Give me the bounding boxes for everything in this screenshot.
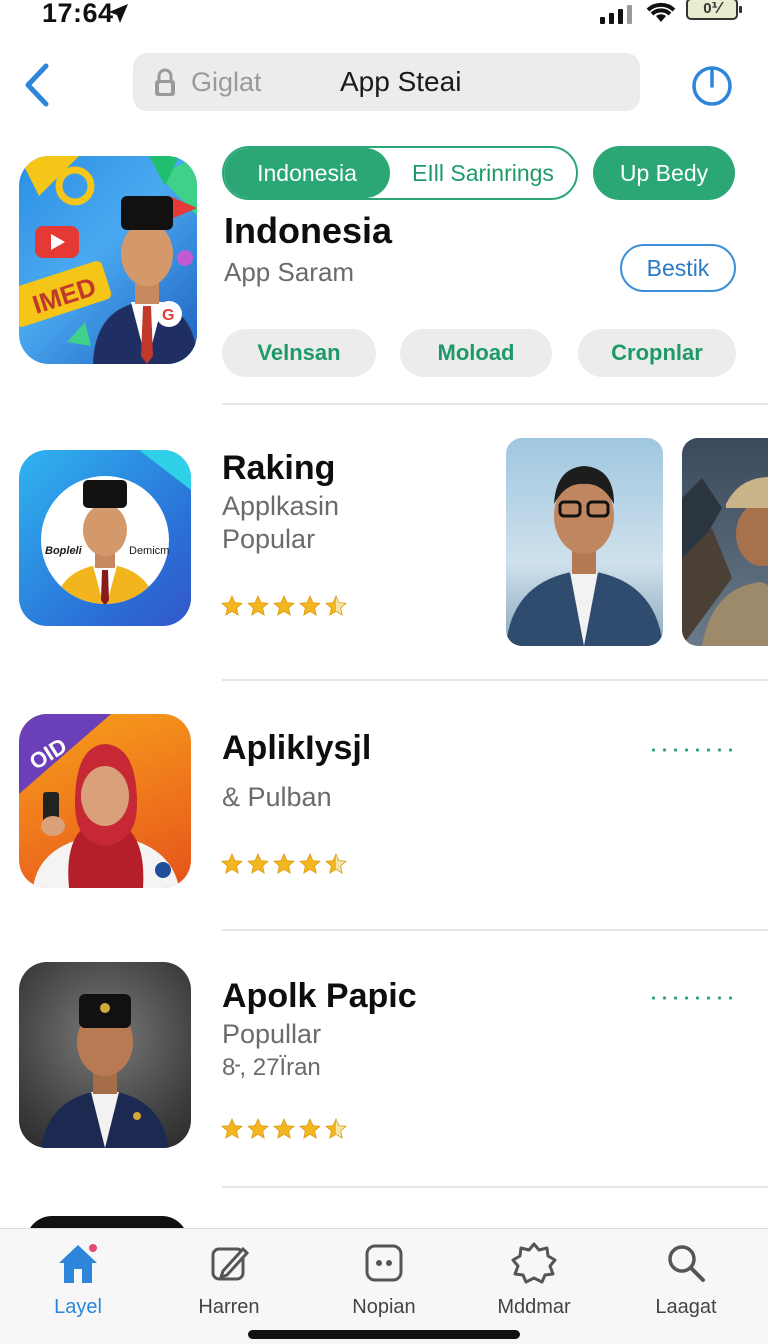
divider: [222, 1186, 768, 1188]
star-icon: [247, 595, 269, 616]
row-title: Raking: [222, 449, 336, 487]
segment-settings[interactable]: EIll Sarinrings: [390, 148, 576, 198]
bestik-button[interactable]: Bestik: [620, 244, 736, 292]
featured-subtitle: App Saram: [224, 257, 355, 287]
star-icon: [273, 1118, 295, 1139]
signal-icon: [600, 5, 632, 24]
tab-layel[interactable]: Layel: [18, 1241, 138, 1319]
pill-moload[interactable]: Moload: [400, 329, 552, 377]
tab-label: Nopian: [352, 1296, 416, 1318]
row-subtitle-line2: 8᠊, 27Ïran: [222, 1054, 321, 1081]
gear-badge-icon: [511, 1242, 557, 1284]
icon-text-right: Demicm: [129, 545, 169, 557]
star-icon: [273, 595, 295, 616]
star-icon: [299, 595, 321, 616]
app-icon-apolk-papic[interactable]: [19, 962, 191, 1148]
status-time: 17:64: [42, 0, 114, 28]
star-icon: [221, 1118, 243, 1139]
screenshot-thumbnail[interactable]: [682, 438, 768, 646]
tab-nopian[interactable]: Nopian: [324, 1241, 444, 1319]
dice-icon: [365, 1244, 403, 1282]
star-icon: [325, 595, 347, 616]
row-subtitle-line1: Popullar: [222, 1019, 322, 1049]
star-icon: [299, 1118, 321, 1139]
row-subtitle-line2: Popular: [222, 524, 316, 554]
search-icon: [668, 1245, 705, 1282]
row-subtitle-line1: & Pulban: [222, 782, 332, 812]
svg-text:G: G: [162, 307, 174, 324]
location-arrow-icon: [109, 4, 128, 23]
wifi-icon: [646, 2, 676, 22]
update-button[interactable]: Up Bedy: [593, 146, 735, 200]
address-bar[interactable]: Giglat App Steai: [133, 53, 640, 111]
tab-label: Layel: [54, 1296, 102, 1318]
star-icon: [273, 853, 295, 874]
icon-text-left: Bopleli: [45, 545, 83, 557]
segmented-control[interactable]: Indonesia EIll Sarinrings: [222, 146, 578, 200]
more-dots-icon[interactable]: [648, 747, 738, 753]
tab-laagat[interactable]: Laagat: [626, 1241, 746, 1319]
tab-label: Laagat: [655, 1296, 717, 1318]
star-rating: [220, 594, 348, 618]
screenshot-thumbnail[interactable]: [506, 438, 663, 646]
battery-icon: 0⅟: [686, 0, 742, 20]
house-icon: [59, 1244, 97, 1283]
star-icon: [247, 1118, 269, 1139]
back-chevron-icon[interactable]: [18, 60, 58, 110]
tab-mddmar[interactable]: Mddmar: [474, 1241, 594, 1319]
tab-harren[interactable]: Harren: [169, 1241, 289, 1319]
lock-icon: [155, 68, 175, 96]
star-icon: [325, 853, 347, 874]
tab-label: Mddmar: [497, 1296, 571, 1318]
featured-title: Indonesia: [224, 210, 393, 251]
featured-app-icon[interactable]: IMED G: [19, 156, 197, 364]
star-icon: [221, 853, 243, 874]
segment-indonesia[interactable]: Indonesia: [224, 148, 390, 198]
row-title: Aplik­Iysjl: [222, 729, 372, 767]
edit-icon: [211, 1246, 250, 1281]
more-dots-icon[interactable]: [648, 995, 738, 1001]
status-bar: 17:64 0⅟: [0, 0, 768, 30]
app-icon-raking[interactable]: Bopleli Demicm: [19, 450, 191, 626]
tab-label: Harren: [198, 1296, 260, 1318]
pill-cropnlar[interactable]: Cropnlar: [578, 329, 736, 377]
home-indicator: [248, 1330, 520, 1339]
tab-bar: Layel Harren Nopian Mddmar Laagat: [0, 1228, 768, 1344]
star-icon: [247, 853, 269, 874]
star-rating: [220, 1117, 348, 1141]
star-icon: [325, 1118, 347, 1139]
divider: [222, 403, 768, 405]
pill-velnsan[interactable]: Velnsan: [222, 329, 376, 377]
row-subtitle-line1: Appl­kasin: [222, 491, 340, 521]
app-icon-apliklysjl[interactable]: OID: [19, 714, 191, 888]
star-icon: [299, 853, 321, 874]
row-title: Apolk Papic: [222, 977, 417, 1015]
address-placeholder: Giglat: [191, 67, 262, 97]
divider: [222, 929, 768, 931]
power-icon[interactable]: [690, 64, 734, 108]
page-title: App Steai: [340, 66, 462, 97]
star-rating: [220, 852, 348, 876]
divider: [222, 679, 768, 681]
star-icon: [221, 595, 243, 616]
